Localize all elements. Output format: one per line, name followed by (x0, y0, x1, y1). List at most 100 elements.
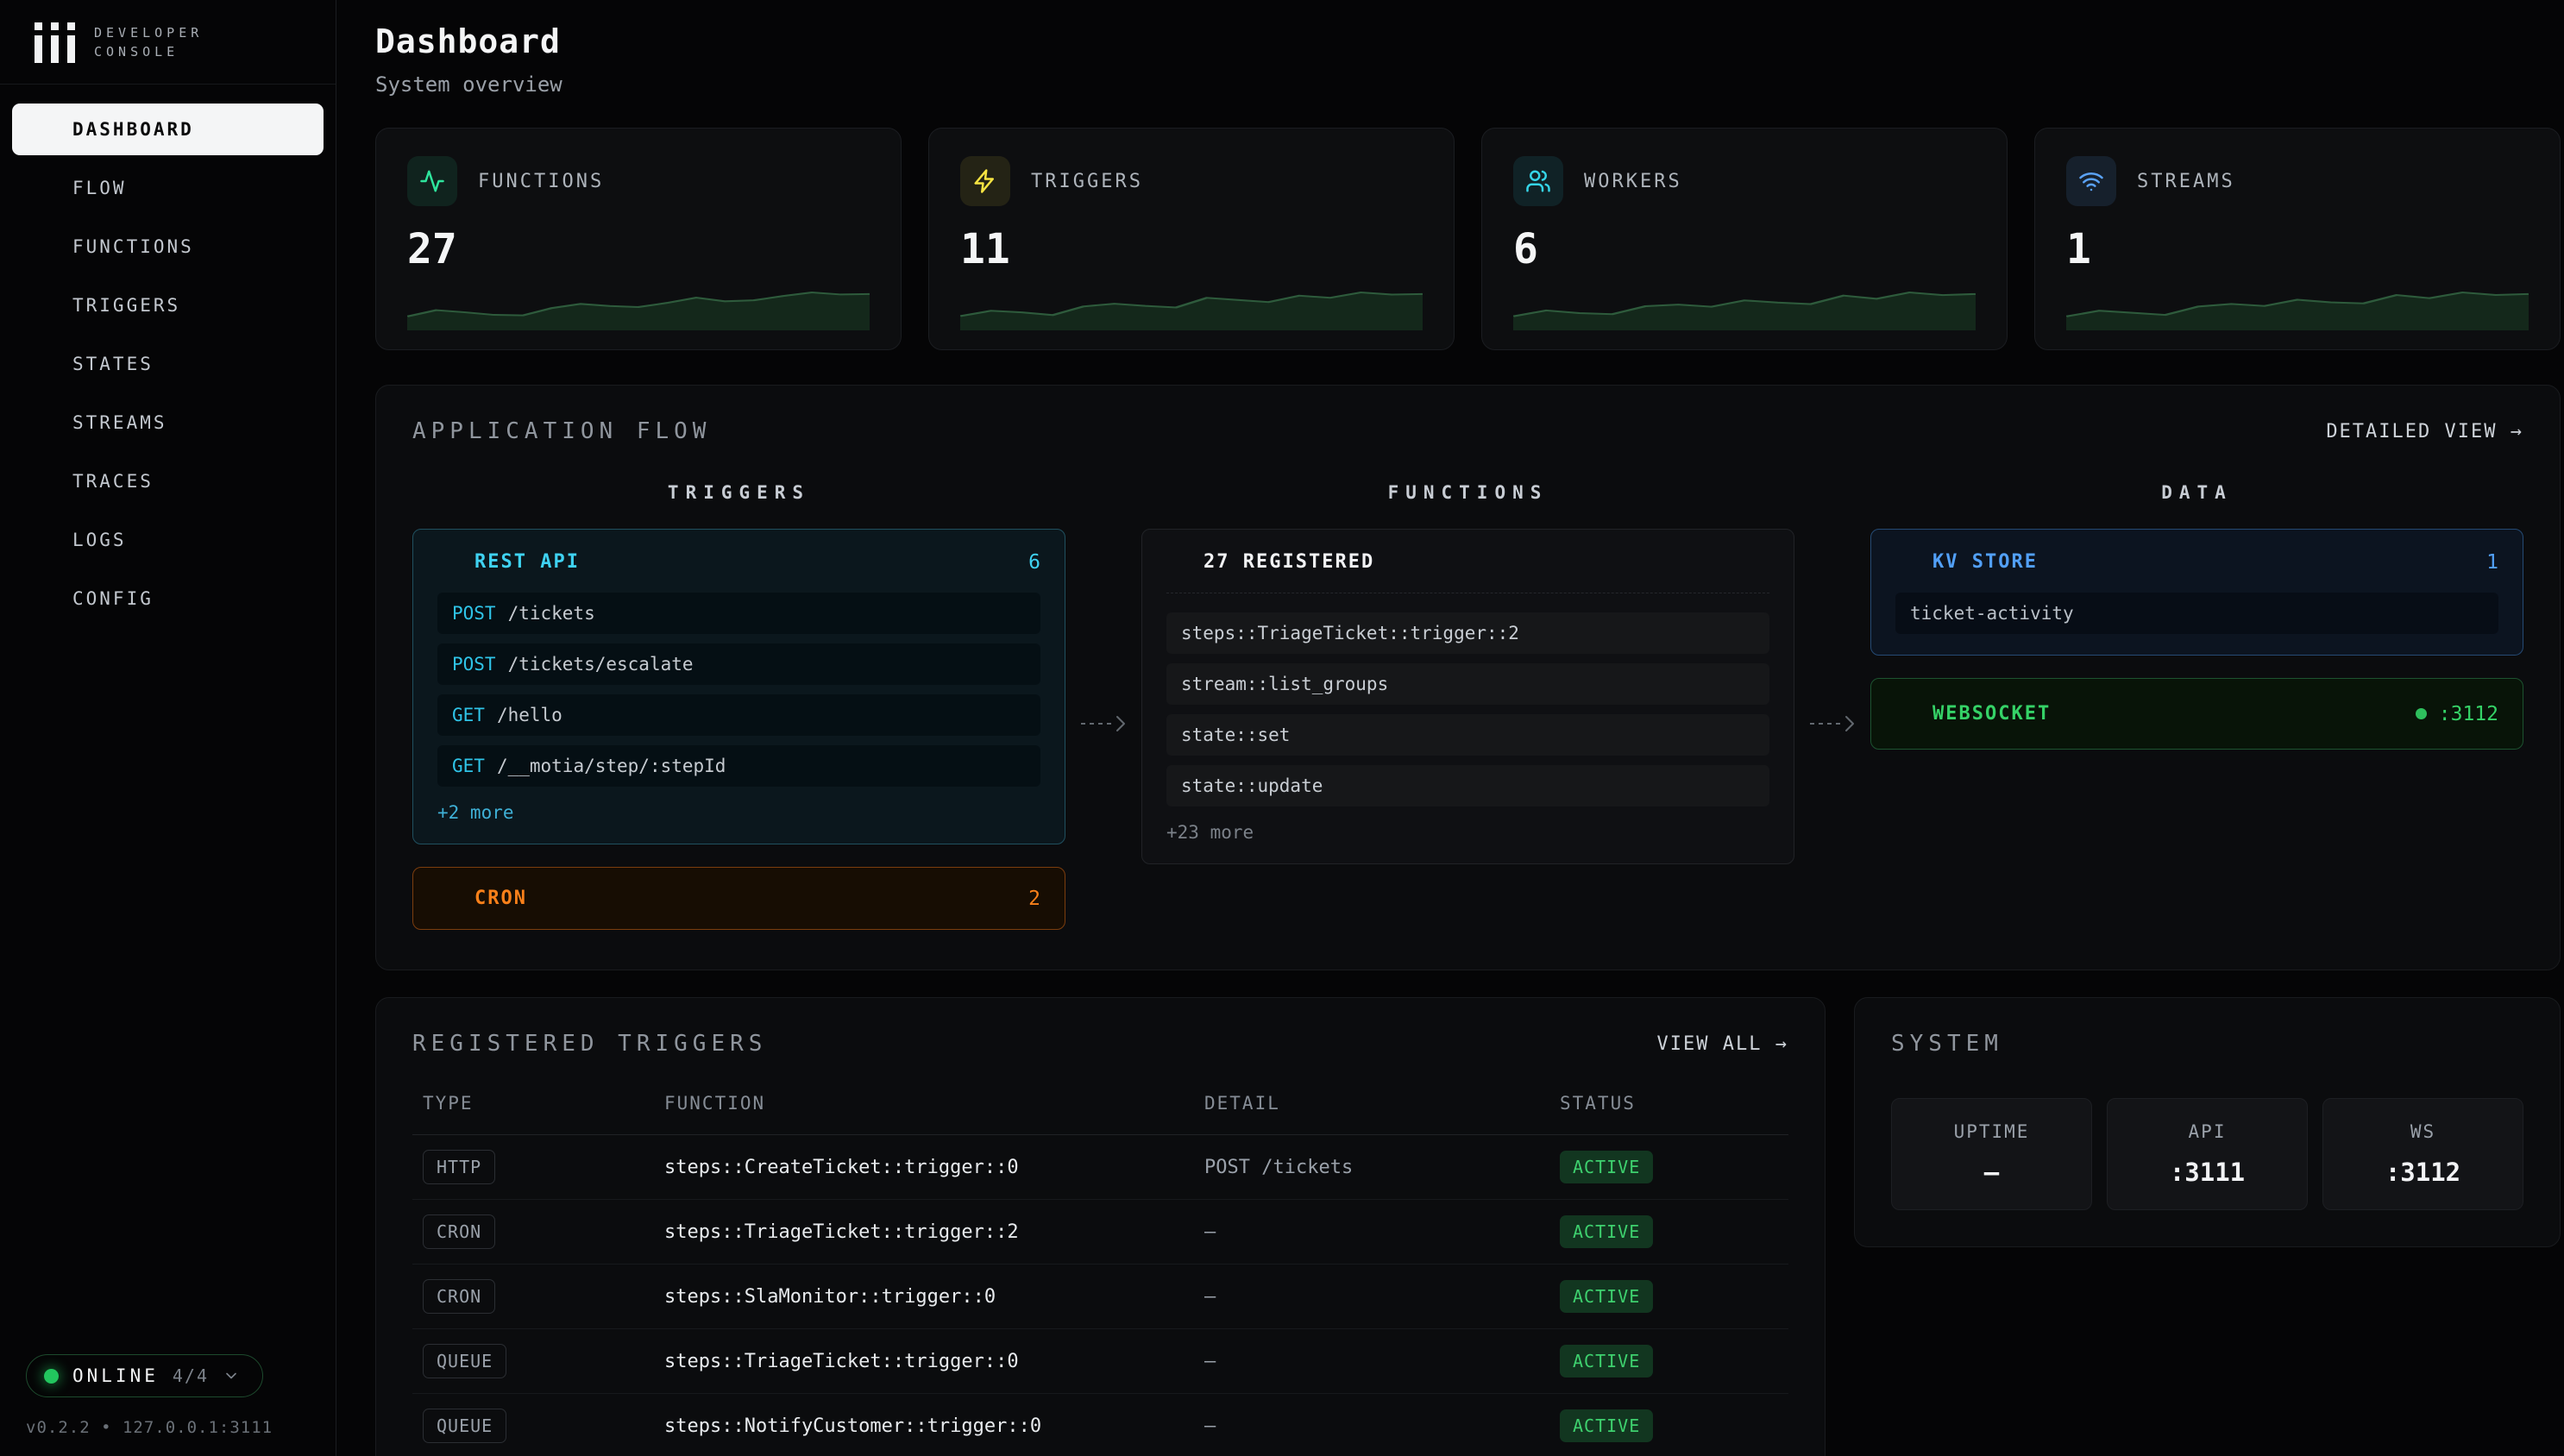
sidebar-item-flow[interactable]: FLOW (12, 162, 324, 214)
function-cell: steps::SlaMonitor::trigger::0 (664, 1286, 1204, 1308)
kv-store-label: KV STORE (1932, 551, 2038, 573)
stat-card-streams[interactable]: STREAMS 1 (2034, 128, 2561, 350)
sidebar-item-logs[interactable]: LOGS (12, 514, 324, 566)
sidebar-item-label: STATES (72, 354, 154, 374)
metric-label: API (2116, 1121, 2298, 1142)
sidebar-item-config[interactable]: CONFIG (12, 573, 324, 624)
cron-box[interactable]: CRON 2 (412, 867, 1065, 930)
app-root: DEVELOPER CONSOLE DASHBOARD FLOW FUNCTIO… (0, 0, 2564, 1456)
stat-card-workers[interactable]: WORKERS 6 (1481, 128, 2008, 350)
websocket-label: WEBSOCKET (1932, 703, 2051, 725)
flow-col-title-data: DATA (1870, 482, 2523, 503)
col-type: TYPE (423, 1093, 664, 1114)
kv-store-box[interactable]: KV STORE 1 ticket-activity (1870, 529, 2523, 656)
system-metric-uptime: UPTIME — (1891, 1098, 2092, 1210)
sidebar-item-traces[interactable]: TRACES (12, 455, 324, 507)
flow-grid: TRIGGERS REST API 6 POST /tickets (412, 482, 2523, 930)
wifi-icon (2066, 156, 2116, 206)
stat-value: 1 (2066, 225, 2529, 273)
sidebar: DEVELOPER CONSOLE DASHBOARD FLOW FUNCTIO… (0, 0, 336, 1456)
database-icon (28, 351, 53, 377)
system-metrics: UPTIME — API :3111 WS :3112 (1891, 1098, 2523, 1210)
functions-more-link[interactable]: +23 more (1166, 822, 1769, 843)
functions-box[interactable]: 27 REGISTERED steps::TriageTicket::trigg… (1141, 529, 1794, 864)
type-badge: QUEUE (423, 1409, 506, 1443)
route-item: POST /tickets (437, 593, 1040, 634)
stat-sparkline (960, 289, 1423, 330)
function-item: state::update (1166, 765, 1769, 806)
activity-icon (407, 156, 457, 206)
gear-icon (28, 586, 53, 612)
table-row[interactable]: QUEUE steps::NotifyCustomer::trigger::0 … (412, 1394, 1788, 1456)
sidebar-item-streams[interactable]: STREAMS (12, 397, 324, 449)
sidebar-item-dashboard[interactable]: DASHBOARD (12, 104, 324, 155)
route-item: GET /__motia/step/:stepId (437, 745, 1040, 787)
table-row[interactable]: CRON steps::TriageTicket::trigger::2 — A… (412, 1200, 1788, 1265)
route-method: POST (452, 603, 496, 624)
websocket-status-dot (2416, 708, 2427, 719)
detail-cell: — (1204, 1415, 1560, 1437)
logo-mark-icon (35, 22, 75, 63)
globe-icon (437, 550, 461, 574)
status-badge: ACTIVE (1560, 1151, 1653, 1183)
zap-icon (28, 292, 53, 318)
sidebar-item-states[interactable]: STATES (12, 338, 324, 390)
sidebar-item-label: LOGS (72, 530, 127, 550)
table-row[interactable]: HTTP steps::CreateTicket::trigger::0 POS… (412, 1135, 1788, 1200)
flow-arrow-icon (1794, 677, 1870, 736)
rest-api-box[interactable]: REST API 6 POST /tickets POST /tickets/e… (412, 529, 1065, 844)
server-icon (28, 234, 53, 260)
route-path: /tickets (508, 603, 595, 624)
function-item: stream::list_groups (1166, 663, 1769, 705)
kv-list: ticket-activity (1895, 593, 2498, 634)
stat-card-functions[interactable]: FUNCTIONS 27 (375, 128, 902, 350)
sidebar-item-label: STREAMS (72, 412, 167, 433)
sidebar-item-triggers[interactable]: TRIGGERS (12, 279, 324, 331)
metric-label: WS (2332, 1121, 2514, 1142)
online-status-dot (44, 1369, 59, 1384)
flow-col-functions: FUNCTIONS 27 REGISTERED steps::TriageTic… (1141, 482, 1794, 930)
route-path: /__motia/step/:stepId (497, 756, 726, 776)
route-method: GET (452, 756, 485, 776)
layers-icon (28, 410, 53, 436)
sidebar-item-label: CONFIG (72, 588, 154, 609)
stats-row: FUNCTIONS 27 TRIGGERS 11 WORKERS (375, 128, 2561, 350)
sidebar-item-label: TRACES (72, 471, 154, 492)
page-subtitle: System overview (375, 72, 2561, 97)
logo-line1: DEVELOPER (94, 24, 203, 43)
online-status-label: ONLINE (72, 1365, 159, 1386)
logo-line2: CONSOLE (94, 43, 203, 62)
sidebar-item-label: DASHBOARD (72, 119, 194, 140)
metric-value: :3111 (2116, 1158, 2298, 1187)
stat-card-triggers[interactable]: TRIGGERS 11 (928, 128, 1455, 350)
route-list: POST /tickets POST /tickets/escalate GET… (437, 593, 1040, 787)
stat-sparkline (1513, 289, 1976, 330)
function-cell: steps::TriageTicket::trigger::0 (664, 1351, 1204, 1372)
detailed-view-link[interactable]: DETAILED VIEW → (2326, 421, 2523, 442)
rest-more-link[interactable]: +2 more (437, 802, 1040, 823)
websocket-box[interactable]: WEBSOCKET :3112 (1870, 678, 2523, 750)
table-row[interactable]: QUEUE steps::TriageTicket::trigger::0 — … (412, 1329, 1788, 1394)
stat-label: TRIGGERS (1031, 171, 1143, 192)
stat-value: 6 (1513, 225, 1976, 273)
logo-text: DEVELOPER CONSOLE (94, 24, 203, 62)
route-method: POST (452, 654, 496, 675)
metric-value: — (1901, 1158, 2083, 1187)
table-row[interactable]: CRON steps::SlaMonitor::trigger::0 — ACT… (412, 1265, 1788, 1329)
connection-status-button[interactable]: ONLINE 4/4 (26, 1354, 263, 1397)
sidebar-item-functions[interactable]: FUNCTIONS (12, 221, 324, 273)
flow-col-data: DATA KV STORE 1 ticket-activity (1870, 482, 2523, 930)
bottom-row: REGISTERED TRIGGERS VIEW ALL → TYPE FUNC… (375, 997, 2561, 1456)
function-cell: steps::CreateTicket::trigger::0 (664, 1157, 1204, 1178)
triggers-table-body: HTTP steps::CreateTicket::trigger::0 POS… (412, 1135, 1788, 1456)
triggers-table-header: TYPE FUNCTION DETAIL STATUS (412, 1093, 1788, 1135)
detail-cell: — (1204, 1351, 1560, 1372)
stat-sparkline (2066, 289, 2529, 330)
type-badge: CRON (423, 1214, 495, 1249)
registered-triggers-panel: REGISTERED TRIGGERS VIEW ALL → TYPE FUNC… (375, 997, 1826, 1456)
view-all-link[interactable]: VIEW ALL → (1657, 1033, 1788, 1055)
cron-count: 2 (1028, 888, 1040, 910)
route-item: GET /hello (437, 694, 1040, 736)
registered-triggers-title: REGISTERED TRIGGERS (412, 1031, 767, 1057)
col-detail: DETAIL (1204, 1093, 1560, 1114)
